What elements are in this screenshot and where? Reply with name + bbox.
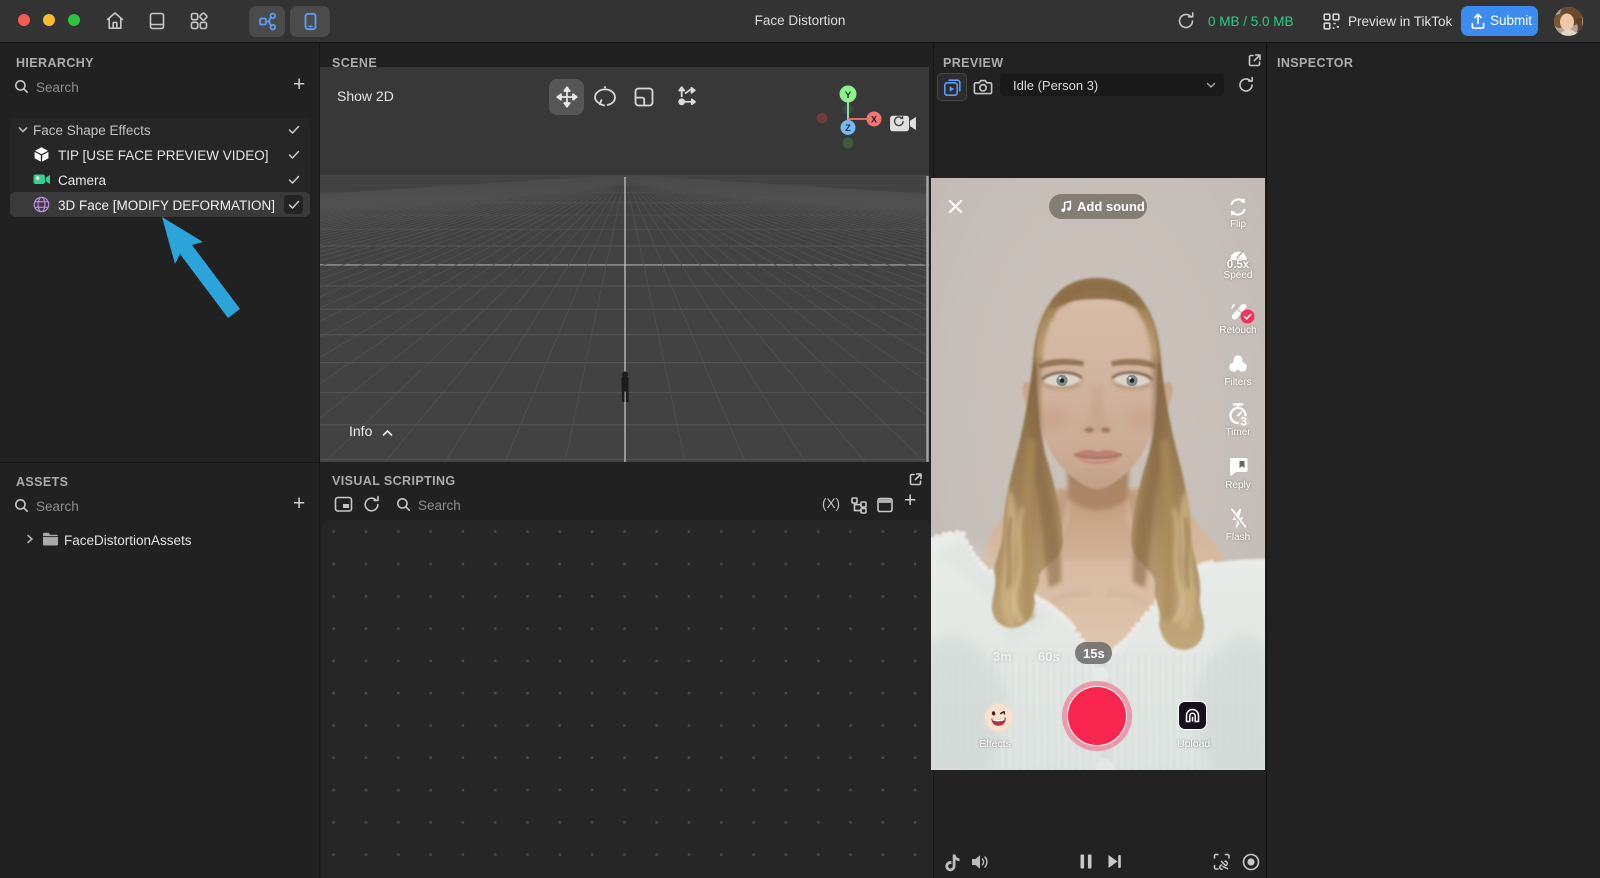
svg-text:3: 3 (1241, 416, 1247, 427)
svg-text:X: X (871, 115, 877, 125)
svg-text:Y: Y (845, 90, 852, 101)
svg-text:Z: Z (845, 123, 851, 133)
